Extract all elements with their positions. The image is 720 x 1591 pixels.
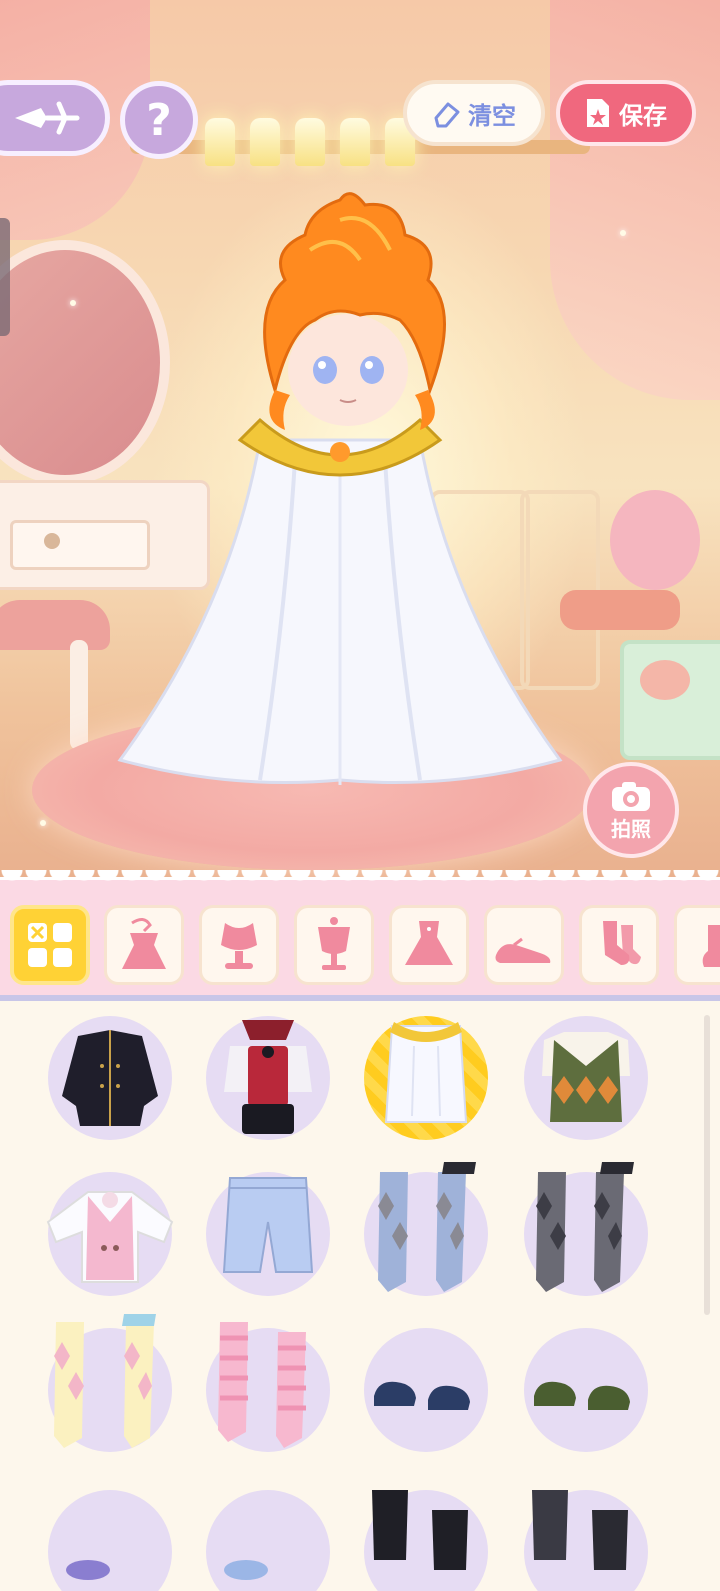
category-tab-shoes[interactable] [484, 905, 564, 985]
eraser-icon [434, 102, 460, 128]
save-button[interactable]: 保存 [556, 80, 696, 146]
back-button[interactable] [0, 80, 110, 156]
category-tab-outfit[interactable] [104, 905, 184, 985]
question-mark-icon: ? [146, 94, 172, 146]
item-black-boots[interactable] [364, 1490, 488, 1591]
category-tab-all[interactable] [10, 905, 90, 985]
stool-leg [70, 640, 88, 750]
clear-button[interactable]: 清空 [403, 80, 545, 146]
item-navy-shoes[interactable] [364, 1328, 488, 1452]
sparkle [70, 300, 76, 306]
boot-icon [702, 925, 720, 967]
argyle-vest-image [542, 1032, 630, 1122]
item-green-shoes[interactable] [524, 1328, 648, 1452]
character-figure [117, 192, 563, 785]
gray-argyle-socks-image [536, 1162, 634, 1292]
item-purple[interactable] [48, 1490, 172, 1591]
sparkle [620, 230, 626, 236]
white-top-image [384, 1022, 468, 1123]
blue-argyle-socks-image [378, 1162, 476, 1292]
item-vampire-outfit[interactable] [206, 1016, 330, 1140]
lace-trim [0, 870, 720, 888]
save-label: 保存 [619, 101, 667, 130]
mannequin-icon [318, 917, 350, 970]
item-gray-argyle-socks[interactable] [524, 1162, 648, 1296]
item-blue[interactable] [206, 1490, 330, 1591]
compass-arrow-icon [15, 101, 80, 135]
dress-hanger-icon [122, 918, 166, 969]
gray-boots-image [532, 1490, 628, 1570]
item-pink-striped-socks[interactable] [206, 1322, 330, 1452]
save-document-icon [587, 99, 609, 127]
light-bulb [205, 118, 235, 166]
side-drawer-tab[interactable] [0, 218, 10, 336]
yellow-argyle-socks-image [54, 1314, 156, 1448]
category-tab-top[interactable] [199, 905, 279, 985]
help-button[interactable]: ? [120, 81, 198, 159]
category-tab-more[interactable] [674, 905, 720, 985]
avatar-character[interactable] [110, 190, 570, 800]
light-bulb [340, 118, 370, 166]
navy-shoes-image [374, 1381, 470, 1410]
green-shoes-image [534, 1381, 630, 1410]
black-coat-image [62, 1030, 158, 1126]
scrollbar[interactable] [704, 1015, 710, 1315]
sparkle [40, 820, 46, 826]
pink-vest-blouse-image [46, 1191, 174, 1283]
gift-ribbon [640, 660, 690, 700]
dress-icon [405, 921, 453, 965]
right-curtain [550, 0, 720, 400]
grid-icon [28, 923, 72, 967]
vampire-outfit-image [224, 1020, 312, 1134]
item-blue-shorts[interactable] [206, 1172, 330, 1296]
light-bulb [295, 118, 325, 166]
flat-shoe-icon [495, 937, 551, 963]
clear-label: 清空 [468, 101, 516, 130]
camera-icon [612, 781, 650, 811]
item-white-top[interactable] [364, 1016, 488, 1140]
item-yellow-argyle-socks[interactable] [48, 1314, 172, 1452]
gift-box [620, 640, 720, 760]
socks-icon [603, 921, 641, 965]
item-gray-boots[interactable] [524, 1490, 648, 1591]
photo-label: 拍照 [611, 816, 651, 841]
photo-button[interactable]: 拍照 [583, 762, 679, 858]
side-table [560, 590, 680, 630]
bust-top-icon [221, 923, 257, 969]
category-tab-dress[interactable] [389, 905, 469, 985]
purple-item-image [66, 1560, 110, 1580]
item-pink-vest-blouse[interactable] [46, 1172, 174, 1296]
pink-striped-socks-image [218, 1322, 306, 1448]
item-black-coat[interactable] [48, 1016, 172, 1140]
blue-shorts-image [222, 1177, 314, 1273]
category-tab-socks[interactable] [579, 905, 659, 985]
stool [0, 600, 110, 650]
blue-item-image [224, 1560, 268, 1580]
item-blue-argyle-socks[interactable] [364, 1162, 488, 1296]
light-bulb [250, 118, 280, 166]
item-argyle-vest[interactable] [524, 1016, 648, 1140]
black-boots-image [372, 1490, 468, 1570]
category-tab-vest[interactable] [294, 905, 374, 985]
plush-toy [610, 490, 700, 590]
drawer-knob [44, 533, 60, 549]
